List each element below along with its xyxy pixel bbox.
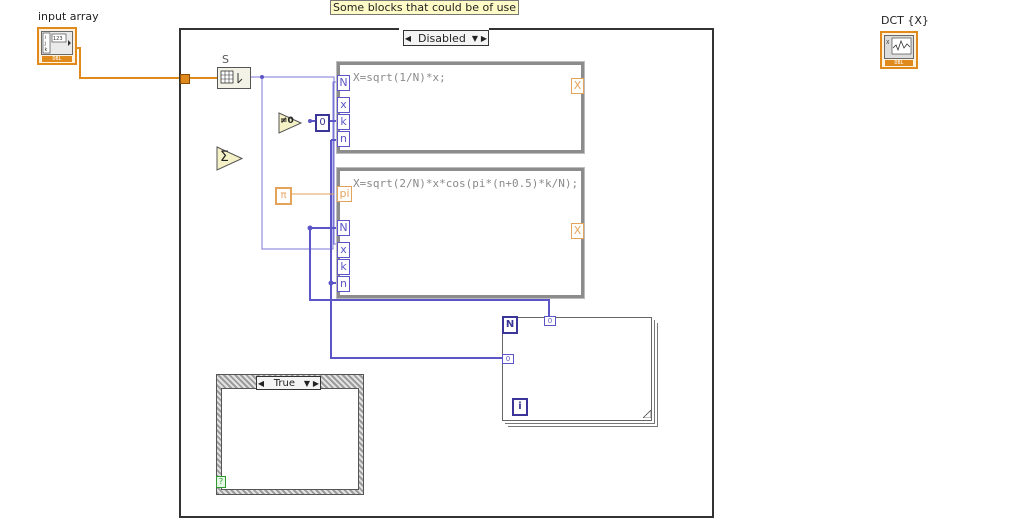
formula-1-output-X[interactable]: X — [571, 78, 584, 94]
structure-top-border-right — [489, 28, 713, 30]
not-equal-zero-node[interactable]: ≠0 — [278, 112, 303, 134]
waveform-graph-icon: X — [884, 35, 914, 59]
loop-resize-corner-icon[interactable] — [643, 410, 651, 418]
loop-count-terminal[interactable]: N — [502, 316, 518, 334]
formula-1-code: X=sqrt(1/N)*x; — [353, 71, 446, 84]
svg-text:123: 123 — [53, 36, 63, 42]
array-icon: i j k 123 — [41, 31, 73, 55]
formula-1-input-x[interactable]: x — [337, 97, 350, 113]
case-structure-content — [221, 388, 359, 490]
dct-output-terminal[interactable]: X DBL — [880, 31, 918, 69]
structure-top-border-left — [179, 28, 399, 30]
not-equal-zero-text: ≠0 — [280, 116, 294, 126]
formula-2-input-x[interactable]: x — [337, 242, 350, 258]
sum-icon: Σ — [220, 149, 229, 165]
add-array-elements-node[interactable]: Σ — [216, 146, 244, 171]
formula-2-input-N[interactable]: N — [337, 220, 350, 236]
svg-text:X: X — [886, 40, 890, 46]
formula-1-input-N[interactable]: N — [337, 75, 350, 91]
chevron-down-icon[interactable]: ▼ — [472, 34, 480, 43]
selector-value: Disabled — [418, 31, 466, 45]
loop-tunnel-top[interactable]: 0 — [544, 316, 556, 326]
formula-node-2[interactable]: X=sqrt(2/N)*x*cos(pi*(n+0.5)*k/N); — [336, 167, 585, 299]
pi-constant[interactable]: π — [275, 187, 292, 205]
loop-iteration-terminal[interactable]: i — [512, 398, 528, 416]
disabled-case-selector[interactable]: ◀ Disabled ▼ ▶ — [403, 30, 489, 46]
output-type-badge: DBL — [885, 60, 913, 66]
formula-2-input-k[interactable]: k — [337, 259, 350, 275]
formula-2-input-n[interactable]: n — [337, 276, 350, 292]
input-array-label: input array — [38, 10, 99, 23]
array-size-label: S — [222, 53, 229, 66]
dct-output-label: DCT {X} — [881, 14, 929, 27]
case-next-icon[interactable]: ▶ — [312, 379, 320, 388]
zero-constant[interactable]: 0 — [315, 114, 330, 132]
svg-text:k: k — [45, 47, 48, 53]
selector-decrement-icon[interactable]: ◀ — [404, 34, 412, 43]
formula-1-input-k[interactable]: k — [337, 114, 350, 130]
selector-increment-icon[interactable]: ▶ — [480, 34, 488, 43]
array-size-node[interactable] — [217, 67, 251, 89]
chevron-down-icon[interactable]: ▼ — [304, 379, 312, 388]
case-selector[interactable]: ◀ True ▼ ▶ — [256, 376, 321, 390]
formula-2-output-X[interactable]: X — [571, 223, 584, 239]
array-size-icon — [220, 70, 243, 84]
case-selector-value: True — [273, 377, 296, 389]
formula-2-input-pi[interactable]: pi — [337, 186, 352, 202]
case-prev-icon[interactable]: ◀ — [257, 379, 265, 388]
formula-2-code: X=sqrt(2/N)*x*cos(pi*(n+0.5)*k/N); — [353, 177, 579, 190]
input-type-badge: DBL — [42, 56, 72, 62]
input-tunnel[interactable] — [180, 74, 190, 84]
hint-note: Some blocks that could be of use — [330, 0, 520, 15]
input-array-terminal[interactable]: i j k 123 DBL — [37, 27, 77, 65]
case-selector-terminal[interactable]: ? — [216, 476, 226, 488]
formula-node-1[interactable]: X=sqrt(1/N)*x; — [336, 61, 585, 154]
formula-1-input-n[interactable]: n — [337, 131, 350, 147]
loop-tunnel-left[interactable]: 0 — [502, 354, 514, 364]
